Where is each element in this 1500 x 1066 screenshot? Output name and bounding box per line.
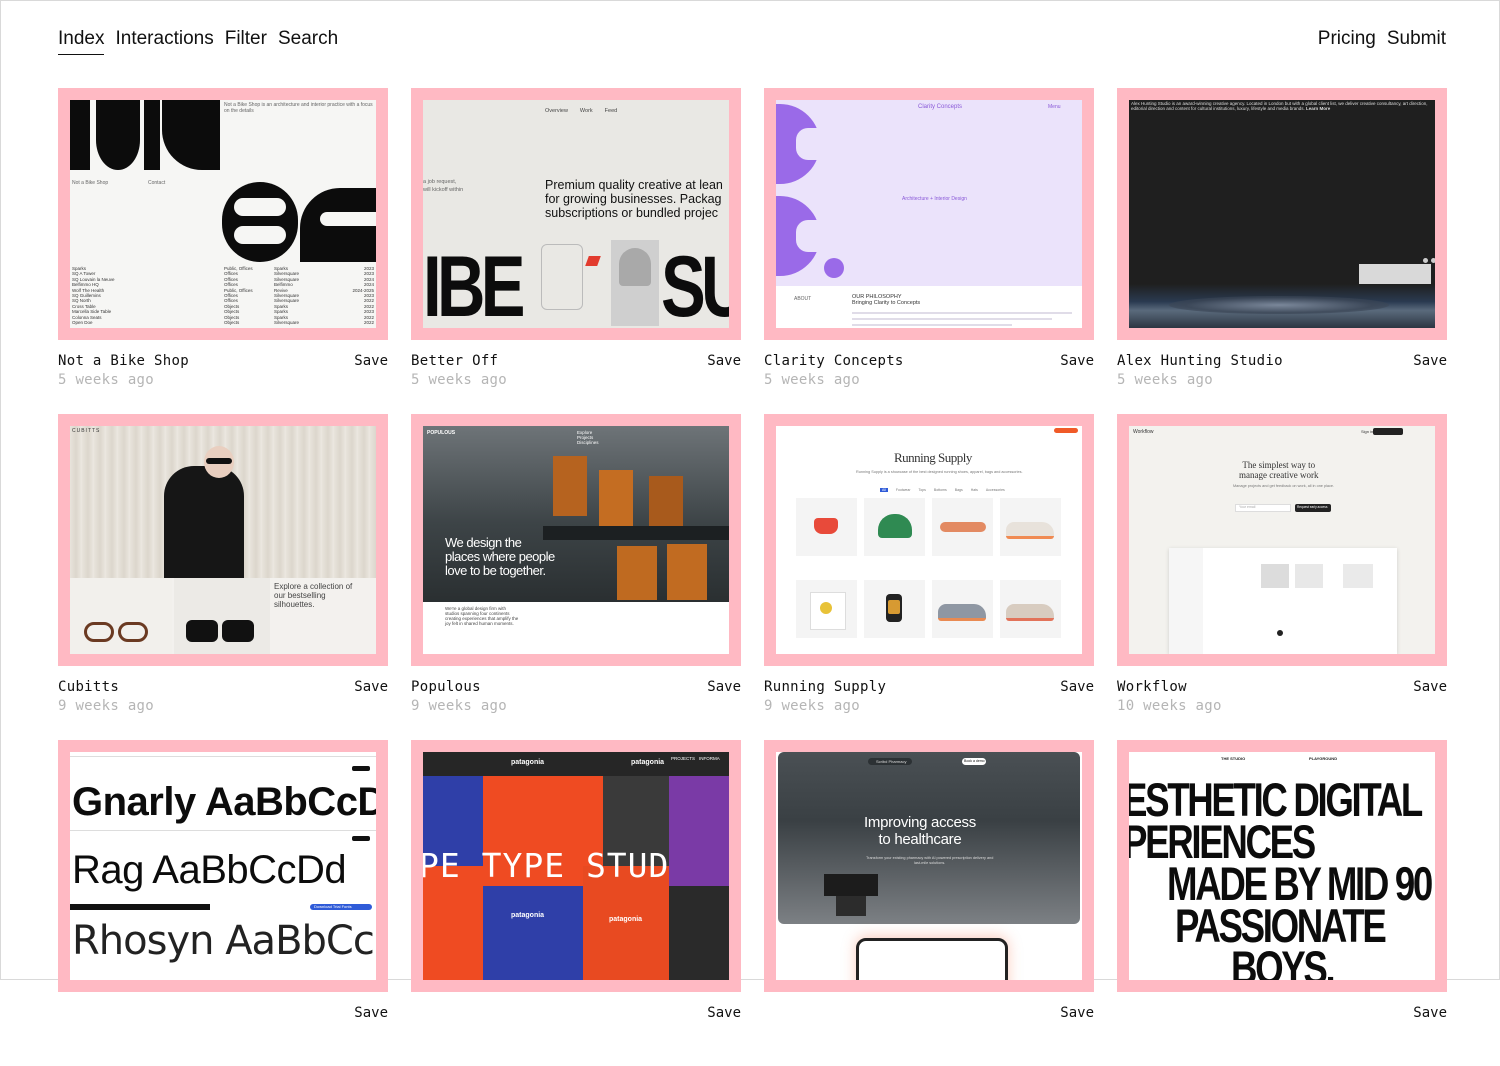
site-title[interactable]: Workflow: [1117, 679, 1187, 695]
save-button[interactable]: Save: [354, 353, 388, 369]
save-button[interactable]: Save: [707, 1005, 741, 1021]
save-button[interactable]: Save: [707, 679, 741, 695]
project-list: Sparks SQ A Tower SQ Louvain la Neuve Belfi…: [72, 266, 374, 326]
nav-filter[interactable]: Filter: [225, 28, 267, 55]
site-screenshot: patagonia patagonia PROJECTS INFORMA pata…: [423, 752, 729, 980]
primary-nav: Index Interactions Filter Search: [58, 28, 338, 55]
site-thumbnail[interactable]: Workflow Sign in The simplest way to mana…: [1117, 414, 1447, 666]
card-meta: Running Supply Save 9 weeks ago: [764, 666, 1094, 726]
site-age: 9 weeks ago: [764, 698, 861, 714]
site-card: POPULOUS Explore Projects Disciplines We d…: [411, 414, 741, 740]
site-title[interactable]: Running Supply: [764, 679, 886, 695]
site-card: Clarity Concepts Menu Architecture + Int…: [764, 88, 1094, 414]
secondary-nav: Pricing Submit: [1318, 28, 1446, 54]
card-meta: Not a Bike Shop Save 5 weeks ago: [58, 340, 388, 400]
save-button[interactable]: Save: [354, 679, 388, 695]
site-screenshot: Workflow Sign in The simplest way to mana…: [1129, 426, 1435, 654]
save-button[interactable]: Save: [1060, 353, 1094, 369]
site-age: 10 weeks ago: [1117, 698, 1222, 714]
nav-pricing[interactable]: Pricing: [1318, 28, 1376, 54]
site-card: Overview Work Feed a job request, will kick…: [411, 88, 741, 414]
site-thumbnail[interactable]: THE STUDIO PLAYGROUND ESTHETIC DIGITAL P…: [1117, 740, 1447, 992]
site-screenshot: Gnarly AaBbCcDd Rag AaBbCcDd Download Tr…: [70, 752, 376, 980]
site-age: 5 weeks ago: [58, 372, 155, 388]
card-meta: Cubitts Save 9 weeks ago: [58, 666, 388, 726]
save-button[interactable]: Save: [1060, 1005, 1094, 1021]
site-thumbnail[interactable]: Running Supply Running Supply is a showc…: [764, 414, 1094, 666]
site-title[interactable]: Better Off: [411, 353, 498, 369]
nav-submit[interactable]: Submit: [1387, 28, 1446, 54]
site-card: Not a Bike Shop is an architecture and i…: [58, 88, 388, 414]
site-card: Running Supply Running Supply is a showc…: [764, 414, 1094, 740]
site-screenshot: CUBITTS Explore a collection of our bests…: [70, 426, 376, 654]
card-meta: Workflow Save 10 weeks ago: [1117, 666, 1447, 726]
site-thumbnail[interactable]: POPULOUS Explore Projects Disciplines We d…: [411, 414, 741, 666]
card-meta: Better Off Save 5 weeks ago: [411, 340, 741, 400]
site-screenshot: Scribd Pharmacy Book a demo Improving ac…: [776, 752, 1082, 980]
site-age: 9 weeks ago: [58, 698, 155, 714]
site-thumbnail[interactable]: Alex Hunting Studio is an award-winning …: [1117, 88, 1447, 340]
save-button[interactable]: Save: [1413, 353, 1447, 369]
nav-interactions[interactable]: Interactions: [115, 28, 213, 55]
site-thumbnail[interactable]: Scribd Pharmacy Book a demo Improving ac…: [764, 740, 1094, 992]
site-age: 9 weeks ago: [411, 698, 508, 714]
site-thumbnail[interactable]: Overview Work Feed a job request, will kick…: [411, 88, 741, 340]
site-screenshot: Not a Bike Shop is an architecture and i…: [70, 100, 376, 328]
site-title[interactable]: Cubitts: [58, 679, 119, 695]
card-meta: Populous Save 9 weeks ago: [411, 666, 741, 726]
site-screenshot: Alex Hunting Studio is an award-winning …: [1129, 100, 1435, 328]
site-screenshot: Clarity Concepts Menu Architecture + Int…: [776, 100, 1082, 328]
site-screenshot: Running Supply Running Supply is a showc…: [776, 426, 1082, 654]
site-screenshot: POPULOUS Explore Projects Disciplines We d…: [423, 426, 729, 654]
card-meta: Alex Hunting Studio Save 5 weeks ago: [1117, 340, 1447, 400]
site-age: 5 weeks ago: [1117, 372, 1214, 388]
site-grid: Not a Bike Shop is an architecture and i…: [58, 88, 1447, 1066]
site-card: THE STUDIO PLAYGROUND ESTHETIC DIGITAL P…: [1117, 740, 1447, 1066]
site-card: Workflow Sign in The simplest way to mana…: [1117, 414, 1447, 740]
site-thumbnail[interactable]: patagonia patagonia PROJECTS INFORMA pata…: [411, 740, 741, 992]
card-meta: Save: [411, 992, 741, 1052]
site-card: Scribd Pharmacy Book a demo Improving ac…: [764, 740, 1094, 1066]
site-title[interactable]: Clarity Concepts: [764, 353, 904, 369]
card-meta: Clarity Concepts Save 5 weeks ago: [764, 340, 1094, 400]
save-button[interactable]: Save: [1413, 1005, 1447, 1021]
site-screenshot: Overview Work Feed a job request, will kick…: [423, 100, 729, 328]
site-card: Gnarly AaBbCcDd Rag AaBbCcDd Download Tr…: [58, 740, 388, 1066]
card-meta: Save: [1117, 992, 1447, 1052]
site-age: 5 weeks ago: [411, 372, 508, 388]
site-thumbnail[interactable]: CUBITTS Explore a collection of our bests…: [58, 414, 388, 666]
save-button[interactable]: Save: [1413, 679, 1447, 695]
card-meta: Save: [58, 992, 388, 1052]
site-card: patagonia patagonia PROJECTS INFORMA pata…: [411, 740, 741, 1066]
site-thumbnail[interactable]: Clarity Concepts Menu Architecture + Int…: [764, 88, 1094, 340]
site-thumbnail[interactable]: Not a Bike Shop is an architecture and i…: [58, 88, 388, 340]
site-card: Alex Hunting Studio is an award-winning …: [1117, 88, 1447, 414]
site-screenshot: THE STUDIO PLAYGROUND ESTHETIC DIGITAL P…: [1129, 752, 1435, 980]
nav-search[interactable]: Search: [278, 28, 338, 55]
site-age: 5 weeks ago: [764, 372, 861, 388]
nav-index[interactable]: Index: [58, 28, 105, 55]
save-button[interactable]: Save: [354, 1005, 388, 1021]
site-title[interactable]: Not a Bike Shop: [58, 353, 189, 369]
save-button[interactable]: Save: [707, 353, 741, 369]
save-button[interactable]: Save: [1060, 679, 1094, 695]
site-card: CUBITTS Explore a collection of our bests…: [58, 414, 388, 740]
site-title[interactable]: Alex Hunting Studio: [1117, 353, 1283, 369]
site-title[interactable]: Populous: [411, 679, 481, 695]
site-thumbnail[interactable]: Gnarly AaBbCcDd Rag AaBbCcDd Download Tr…: [58, 740, 388, 992]
card-meta: Save: [764, 992, 1094, 1052]
